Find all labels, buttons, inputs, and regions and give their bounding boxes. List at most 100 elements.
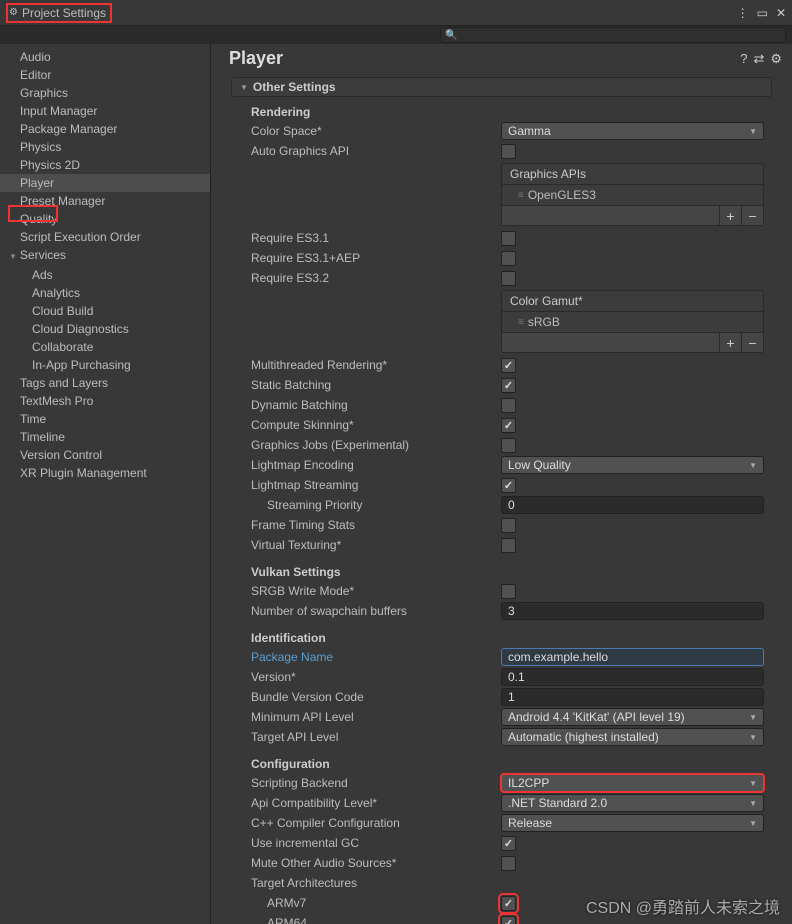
virtual-tex-label: Virtual Texturing* [251, 538, 501, 552]
version-input[interactable]: 0.1 [501, 668, 764, 686]
sidebar-item-package-manager[interactable]: Package Manager [0, 120, 210, 138]
static-batch-checkbox[interactable] [501, 378, 516, 393]
swapchain-input[interactable]: 3 [501, 602, 764, 620]
scripting-label: Scripting Backend [251, 776, 501, 790]
help-icon[interactable]: ? [740, 51, 747, 67]
sidebar-item-graphics[interactable]: Graphics [0, 84, 210, 102]
color-gamut-header: Color Gamut* [502, 291, 763, 312]
stream-priority-input[interactable]: 0 [501, 496, 764, 514]
sidebar-item-textmesh-pro[interactable]: TextMesh Pro [0, 392, 210, 410]
bundle-label: Bundle Version Code [251, 690, 501, 704]
package-name-input[interactable] [501, 648, 764, 666]
graphics-jobs-label: Graphics Jobs (Experimental) [251, 438, 501, 452]
lightmap-stream-label: Lightmap Streaming [251, 478, 501, 492]
req-es31-label: Require ES3.1 [251, 231, 501, 245]
compute-skin-checkbox[interactable] [501, 418, 516, 433]
gear-icon: ⚙ [9, 7, 18, 18]
remove-button[interactable]: − [741, 333, 763, 352]
virtual-tex-checkbox[interactable] [501, 538, 516, 553]
sidebar-item-cloud-build[interactable]: Cloud Build [0, 302, 210, 320]
sidebar-item-timeline[interactable]: Timeline [0, 428, 210, 446]
lightmap-enc-label: Lightmap Encoding [251, 458, 501, 472]
search-input[interactable]: 🔍 [440, 27, 786, 43]
sidebar-item-quality[interactable]: Quality [0, 210, 210, 228]
drag-handle-icon[interactable]: ≡ [518, 317, 522, 328]
sidebar-item-collaborate[interactable]: Collaborate [0, 338, 210, 356]
multithreaded-checkbox[interactable] [501, 358, 516, 373]
auto-graphics-label: Auto Graphics API [251, 144, 501, 158]
lightmap-stream-checkbox[interactable] [501, 478, 516, 493]
sidebar-item-cloud-diagnostics[interactable]: Cloud Diagnostics [0, 320, 210, 338]
settings-icon[interactable]: ⚙ [770, 51, 782, 67]
sidebar-item-script-execution-order[interactable]: Script Execution Order [0, 228, 210, 246]
srgb-checkbox[interactable] [501, 584, 516, 599]
popout-icon[interactable]: ▭ [757, 6, 768, 20]
target-api-dropdown[interactable]: Automatic (highest installed)▼ [501, 728, 764, 746]
sidebar-item-audio[interactable]: Audio [0, 48, 210, 66]
incremental-gc-checkbox[interactable] [501, 836, 516, 851]
close-icon[interactable]: ✕ [776, 6, 786, 20]
sidebar-item-physics2d[interactable]: Physics 2D [0, 156, 210, 174]
sidebar-item-tags-layers[interactable]: Tags and Layers [0, 374, 210, 392]
sidebar-item-version-control[interactable]: Version Control [0, 446, 210, 464]
arm64-label: ARM64 [251, 916, 501, 924]
sidebar-item-preset-manager[interactable]: Preset Manager [0, 192, 210, 210]
window-controls: ⋮ ▭ ✕ [737, 6, 786, 20]
configuration-header: Configuration [231, 753, 764, 773]
sidebar-item-ads[interactable]: Ads [0, 266, 210, 284]
graphics-api-item[interactable]: ≡OpenGLES3 [502, 185, 763, 205]
menu-icon[interactable]: ⋮ [737, 6, 749, 20]
sidebar-item-input-manager[interactable]: Input Manager [0, 102, 210, 120]
package-name-label: Package Name [251, 650, 501, 664]
compute-skin-label: Compute Skinning* [251, 418, 501, 432]
arm64-checkbox[interactable] [501, 916, 516, 924]
mute-audio-label: Mute Other Audio Sources* [251, 856, 501, 870]
graphics-jobs-checkbox[interactable] [501, 438, 516, 453]
color-space-dropdown[interactable]: Gamma▼ [501, 122, 764, 140]
req-es31-checkbox[interactable] [501, 231, 516, 246]
title-bar: ⚙ Project Settings ⋮ ▭ ✕ [0, 0, 792, 26]
sidebar-item-time[interactable]: Time [0, 410, 210, 428]
api-compat-dropdown[interactable]: .NET Standard 2.0▼ [501, 794, 764, 812]
req-es31aep-label: Require ES3.1+AEP [251, 251, 501, 265]
content-panel: Player ? ⇄ ⚙ ▼ Other Settings Rendering … [210, 44, 792, 924]
add-button[interactable]: + [719, 333, 741, 352]
remove-button[interactable]: − [741, 206, 763, 225]
watermark: CSDN @勇踏前人未索之境 [586, 894, 780, 918]
bundle-input[interactable]: 1 [501, 688, 764, 706]
sidebar-item-analytics[interactable]: Analytics [0, 284, 210, 302]
other-settings-foldout[interactable]: ▼ Other Settings [231, 77, 772, 97]
min-api-dropdown[interactable]: Android 4.4 'KitKat' (API level 19)▼ [501, 708, 764, 726]
page-title: Player [229, 48, 283, 69]
frame-timing-label: Frame Timing Stats [251, 518, 501, 532]
sidebar-item-physics[interactable]: Physics [0, 138, 210, 156]
dynamic-batch-checkbox[interactable] [501, 398, 516, 413]
scripting-backend-dropdown[interactable]: IL2CPP▼ [501, 774, 764, 792]
cpp-config-dropdown[interactable]: Release▼ [501, 814, 764, 832]
mute-audio-checkbox[interactable] [501, 856, 516, 871]
armv7-checkbox[interactable] [501, 896, 516, 911]
sidebar-item-iap[interactable]: In-App Purchasing [0, 356, 210, 374]
frame-timing-checkbox[interactable] [501, 518, 516, 533]
sidebar-item-services[interactable]: ▼Services [0, 246, 210, 266]
sidebar-item-xr-plugin[interactable]: XR Plugin Management [0, 464, 210, 482]
auto-graphics-checkbox[interactable] [501, 144, 516, 159]
color-gamut-item[interactable]: ≡sRGB [502, 312, 763, 332]
graphics-apis-list: Graphics APIs ≡OpenGLES3 +− [501, 163, 764, 226]
armv7-label: ARMv7 [251, 896, 501, 910]
incremental-gc-label: Use incremental GC [251, 836, 501, 850]
window-title-box: ⚙ Project Settings [6, 3, 112, 23]
version-label: Version* [251, 670, 501, 684]
drag-handle-icon[interactable]: ≡ [518, 190, 522, 201]
req-es32-label: Require ES3.2 [251, 271, 501, 285]
dynamic-batch-label: Dynamic Batching [251, 398, 501, 412]
target-api-label: Target API Level [251, 730, 501, 744]
sidebar-item-editor[interactable]: Editor [0, 66, 210, 84]
rendering-header: Rendering [231, 101, 764, 121]
req-es32-checkbox[interactable] [501, 271, 516, 286]
sidebar-item-player[interactable]: Player [0, 174, 210, 192]
add-button[interactable]: + [719, 206, 741, 225]
preset-icon[interactable]: ⇄ [753, 51, 764, 67]
req-es31aep-checkbox[interactable] [501, 251, 516, 266]
lightmap-enc-dropdown[interactable]: Low Quality▼ [501, 456, 764, 474]
